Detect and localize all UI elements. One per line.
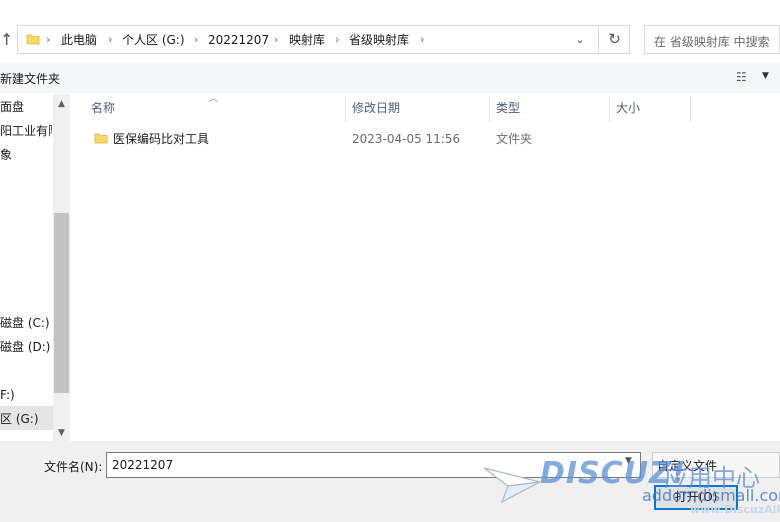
- column-header-name[interactable]: 名称: [91, 100, 115, 122]
- view-options-icon[interactable]: ☷: [736, 70, 747, 84]
- breadcrumb-separator: ›: [420, 33, 425, 46]
- search-placeholder: 在 省级映射库 中搜索: [654, 35, 770, 49]
- toolbar: [0, 63, 780, 93]
- filename-label: 文件名(N):: [44, 460, 103, 474]
- folder-icon: [94, 133, 108, 144]
- column-divider[interactable]: [690, 96, 691, 122]
- search-input[interactable]: 在 省级映射库 中搜索: [644, 25, 780, 54]
- nav-item-objects[interactable]: 象: [0, 146, 52, 164]
- column-divider[interactable]: [345, 96, 346, 122]
- breadcrumb-mapping-lib[interactable]: 映射库: [289, 32, 325, 48]
- breadcrumb-separator: ›: [108, 33, 113, 46]
- filename-value: 20221207: [112, 458, 174, 472]
- refresh-icon[interactable]: ↻: [598, 26, 630, 53]
- paper-plane-icon: [483, 467, 541, 504]
- scroll-up-icon[interactable]: ▲: [53, 96, 70, 112]
- nav-item-drive-f[interactable]: F:): [0, 386, 52, 404]
- breadcrumb-20221207[interactable]: 20221207: [208, 32, 269, 48]
- breadcrumb-this-pc[interactable]: 此电脑: [61, 32, 97, 48]
- nav-item-desktop[interactable]: 面盘: [0, 98, 52, 116]
- nav-item-drive-c[interactable]: 磁盘 (C:): [0, 314, 52, 332]
- file-name[interactable]: 医保编码比对工具: [113, 131, 209, 147]
- breadcrumb-separator: ›: [335, 33, 340, 46]
- nav-item-drive-d[interactable]: 磁盘 (D:): [0, 338, 52, 356]
- nav-scrollbar-thumb[interactable]: [54, 213, 69, 393]
- column-header-type[interactable]: 类型: [496, 100, 520, 122]
- breadcrumb-drive-g[interactable]: 个人区 (G:): [122, 32, 185, 48]
- nav-item-drive-g[interactable]: 区 (G:): [0, 410, 52, 428]
- nav-item-company[interactable]: 阳工业有限: [0, 122, 52, 140]
- up-arrow-icon[interactable]: ↑: [0, 30, 14, 50]
- watermark-url: www.DiscuzAll.Net: [690, 503, 780, 516]
- folder-icon: [26, 34, 40, 45]
- breadcrumb-separator: ›: [194, 33, 199, 46]
- column-divider[interactable]: [609, 96, 610, 122]
- file-modified: 2023-04-05 11:56: [352, 132, 461, 146]
- breadcrumb-separator: ›: [46, 33, 51, 46]
- file-type: 文件夹: [496, 132, 533, 146]
- new-folder-button[interactable]: 新建文件夹: [0, 70, 60, 87]
- column-header-size[interactable]: 大小: [616, 100, 640, 122]
- column-header-modified[interactable]: 修改日期: [352, 100, 400, 122]
- chevron-down-icon[interactable]: ⌄: [573, 32, 587, 48]
- breadcrumb-separator: ›: [274, 33, 279, 46]
- sort-ascending-icon: ︿: [209, 94, 219, 104]
- scroll-down-icon[interactable]: ▼: [53, 425, 70, 441]
- breadcrumb-provincial-lib[interactable]: 省级映射库: [349, 32, 409, 48]
- column-divider[interactable]: [489, 96, 490, 122]
- view-dropdown-icon[interactable]: ▼: [762, 71, 769, 81]
